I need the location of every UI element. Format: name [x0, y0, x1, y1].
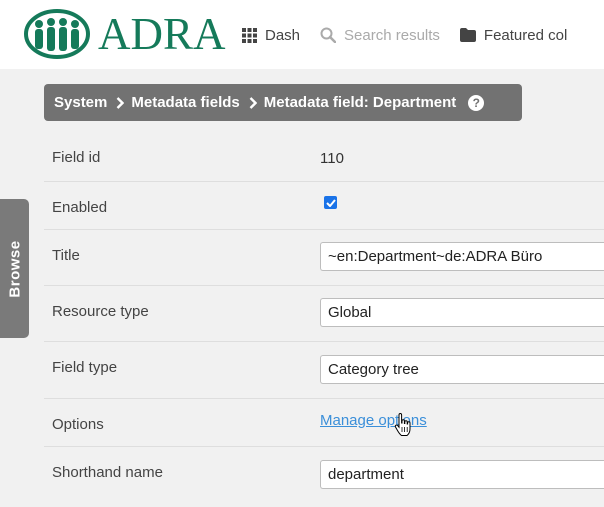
options-label: Options: [52, 416, 104, 433]
logo-text: ADRA: [98, 9, 226, 59]
field-id-value: 110: [320, 150, 344, 167]
checkmark-icon: [325, 198, 336, 207]
row-options: Options Manage options: [44, 399, 604, 447]
nav-featured-collections[interactable]: Featured col: [459, 26, 568, 44]
row-field-type: Field type Category tree: [44, 342, 604, 399]
adra-people-logo-icon: [24, 9, 90, 59]
title-input[interactable]: ~en:Department~de:ADRA Büro: [320, 242, 604, 271]
resource-type-select[interactable]: Global: [320, 298, 604, 327]
field-type-label: Field type: [52, 359, 118, 376]
chevron-right-icon: [249, 96, 257, 109]
grid-icon: [242, 27, 257, 43]
field-id-label: Field id: [52, 149, 101, 166]
nav-dash-label: Dash: [265, 26, 301, 44]
folder-icon: [459, 28, 476, 42]
chevron-right-icon: [116, 96, 125, 109]
top-nav: Dash Search results Featured col: [242, 24, 587, 46]
row-title: Title ~en:Department~de:ADRA Büro: [44, 230, 604, 286]
enabled-label: Enabled: [52, 199, 108, 216]
help-icon[interactable]: ?: [468, 94, 485, 111]
breadcrumb-metadata-fields[interactable]: Metadata fields: [131, 94, 239, 111]
browse-tab[interactable]: Browse: [0, 199, 29, 338]
breadcrumb: System Metadata fields Metadata field: D…: [44, 84, 522, 121]
breadcrumb-current: Metadata field: Department: [263, 94, 457, 111]
nav-dash[interactable]: Dash: [242, 27, 300, 44]
field-type-select[interactable]: Category tree: [320, 355, 604, 384]
search-icon: [320, 27, 337, 43]
row-resource-type: Resource type Global: [44, 286, 604, 342]
shorthand-name-label: Shorthand name: [52, 464, 163, 481]
nav-search-label: Search results: [344, 26, 440, 44]
browse-tab-label: Browse: [6, 239, 23, 298]
nav-search-results[interactable]: Search results: [320, 27, 440, 44]
row-field-id: Field id 110: [44, 134, 604, 182]
row-shorthand-name: Shorthand name department: [44, 447, 604, 507]
row-enabled: Enabled: [44, 182, 604, 230]
breadcrumb-system[interactable]: System: [54, 94, 107, 111]
resource-type-label: Resource type: [52, 303, 149, 320]
top-header: ADRA Dash Search results Featured col: [0, 0, 604, 69]
hand-pointer-cursor-icon: [394, 413, 411, 436]
title-label: Title: [52, 247, 80, 264]
shorthand-name-input[interactable]: department: [320, 460, 604, 489]
metadata-field-form: Field id 110 Enabled Title ~en:Departmen…: [44, 134, 604, 507]
adra-logo[interactable]: ADRA: [24, 8, 226, 60]
nav-featured-label: Featured col: [483, 26, 568, 44]
enabled-checkbox[interactable]: [324, 196, 337, 209]
